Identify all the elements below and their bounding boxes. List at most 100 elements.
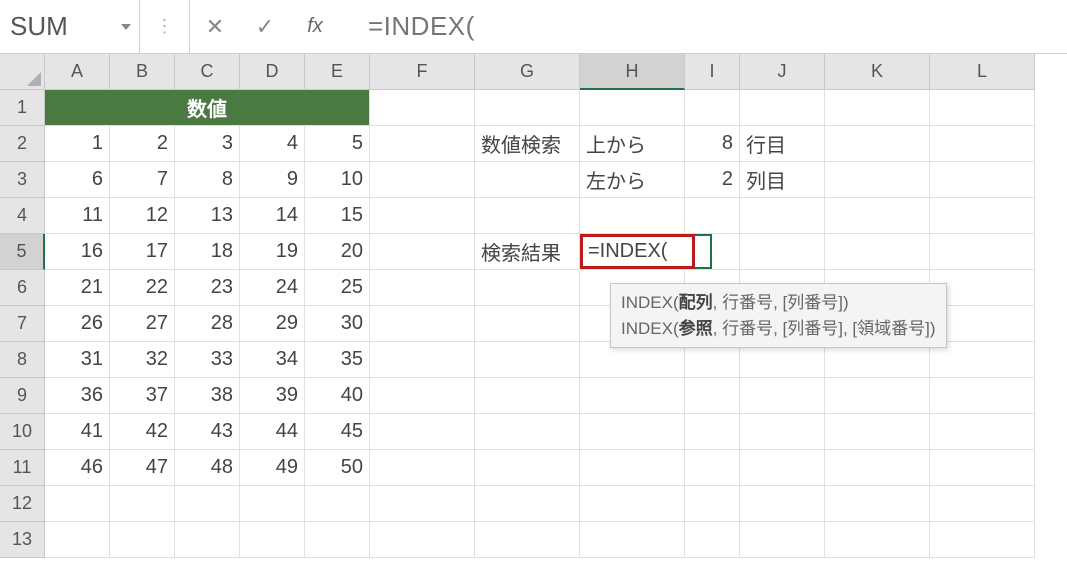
cell-C10[interactable]: 43 [175, 414, 240, 450]
cell-L5[interactable] [930, 234, 1035, 270]
cell-A13[interactable] [45, 522, 110, 558]
cell-B6[interactable]: 22 [110, 270, 175, 306]
row-header-9[interactable]: 9 [0, 378, 45, 414]
cell-C4[interactable]: 13 [175, 198, 240, 234]
row-header-6[interactable]: 6 [0, 270, 45, 306]
col-header-K[interactable]: K [825, 54, 930, 90]
cell-B10[interactable]: 42 [110, 414, 175, 450]
cell-D8[interactable]: 34 [240, 342, 305, 378]
cell-I13[interactable] [685, 522, 740, 558]
col-header-C[interactable]: C [175, 54, 240, 90]
select-all-corner[interactable] [0, 54, 45, 90]
cell-K2[interactable] [825, 126, 930, 162]
cell-C2[interactable]: 3 [175, 126, 240, 162]
cell-A3[interactable]: 6 [45, 162, 110, 198]
cell-G10[interactable] [475, 414, 580, 450]
cell-H3[interactable]: 左から [580, 162, 685, 198]
row-header-11[interactable]: 11 [0, 450, 45, 486]
cell-C5[interactable]: 18 [175, 234, 240, 270]
cell-J12[interactable] [740, 486, 825, 522]
cell-B3[interactable]: 7 [110, 162, 175, 198]
cell-G7[interactable] [475, 306, 580, 342]
cell-D4[interactable]: 14 [240, 198, 305, 234]
cell-K10[interactable] [825, 414, 930, 450]
row-header-10[interactable]: 10 [0, 414, 45, 450]
cell-D3[interactable]: 9 [240, 162, 305, 198]
cell-L11[interactable] [930, 450, 1035, 486]
cell-J11[interactable] [740, 450, 825, 486]
cell-K11[interactable] [825, 450, 930, 486]
cell-D9[interactable]: 39 [240, 378, 305, 414]
cell-D5[interactable]: 19 [240, 234, 305, 270]
cell-K4[interactable] [825, 198, 930, 234]
cell-H1[interactable] [580, 90, 685, 126]
cell-G8[interactable] [475, 342, 580, 378]
cell-L9[interactable] [930, 378, 1035, 414]
cell-F1[interactable] [370, 90, 475, 126]
col-header-D[interactable]: D [240, 54, 305, 90]
cell-B12[interactable] [110, 486, 175, 522]
cell-G1[interactable] [475, 90, 580, 126]
cell-L12[interactable] [930, 486, 1035, 522]
cell-G2[interactable]: 数値検索 [475, 126, 580, 162]
cell-E10[interactable]: 45 [305, 414, 370, 450]
row-header-4[interactable]: 4 [0, 198, 45, 234]
cell-D10[interactable]: 44 [240, 414, 305, 450]
cell-H9[interactable] [580, 378, 685, 414]
cell-L1[interactable] [930, 90, 1035, 126]
cell-L13[interactable] [930, 522, 1035, 558]
cell-K9[interactable] [825, 378, 930, 414]
cell-B9[interactable]: 37 [110, 378, 175, 414]
cell-C9[interactable]: 38 [175, 378, 240, 414]
cell-A10[interactable]: 41 [45, 414, 110, 450]
cell-I3[interactable]: 2 [685, 162, 740, 198]
cell-C13[interactable] [175, 522, 240, 558]
row-header-3[interactable]: 3 [0, 162, 45, 198]
expand-formula-bar-button[interactable]: ⋮ [140, 0, 190, 53]
cell-I2[interactable]: 8 [685, 126, 740, 162]
cell-J1[interactable] [740, 90, 825, 126]
merged-header-numeric[interactable]: 数値 [45, 90, 370, 126]
cell-C3[interactable]: 8 [175, 162, 240, 198]
cell-J13[interactable] [740, 522, 825, 558]
cell-J2[interactable]: 行目 [740, 126, 825, 162]
cell-F13[interactable] [370, 522, 475, 558]
col-header-L[interactable]: L [930, 54, 1035, 90]
row-header-5[interactable]: 5 [0, 234, 45, 270]
cell-I11[interactable] [685, 450, 740, 486]
col-header-E[interactable]: E [305, 54, 370, 90]
cell-H10[interactable] [580, 414, 685, 450]
row-header-1[interactable]: 1 [0, 90, 45, 126]
cell-E6[interactable]: 25 [305, 270, 370, 306]
cell-I4[interactable] [685, 198, 740, 234]
cell-G6[interactable] [475, 270, 580, 306]
cell-L3[interactable] [930, 162, 1035, 198]
cell-D2[interactable]: 4 [240, 126, 305, 162]
cell-H2[interactable]: 上から [580, 126, 685, 162]
cell-G12[interactable] [475, 486, 580, 522]
cell-E2[interactable]: 5 [305, 126, 370, 162]
col-header-J[interactable]: J [740, 54, 825, 90]
cell-F9[interactable] [370, 378, 475, 414]
cell-F11[interactable] [370, 450, 475, 486]
cell-E11[interactable]: 50 [305, 450, 370, 486]
cell-F8[interactable] [370, 342, 475, 378]
cell-F2[interactable] [370, 126, 475, 162]
enter-button[interactable]: ✓ [240, 0, 290, 53]
cell-E12[interactable] [305, 486, 370, 522]
cell-D12[interactable] [240, 486, 305, 522]
cell-B7[interactable]: 27 [110, 306, 175, 342]
row-header-13[interactable]: 13 [0, 522, 45, 558]
cell-D7[interactable]: 29 [240, 306, 305, 342]
cell-E5[interactable]: 20 [305, 234, 370, 270]
name-box[interactable]: SUM [0, 0, 140, 53]
cell-I10[interactable] [685, 414, 740, 450]
cell-editor[interactable]: =INDEX( [580, 234, 695, 269]
insert-function-button[interactable]: fx [290, 0, 340, 53]
cell-I1[interactable] [685, 90, 740, 126]
row-header-2[interactable]: 2 [0, 126, 45, 162]
cell-E9[interactable]: 40 [305, 378, 370, 414]
cell-B8[interactable]: 32 [110, 342, 175, 378]
cell-A7[interactable]: 26 [45, 306, 110, 342]
formula-input[interactable]: =INDEX( [340, 0, 1067, 53]
